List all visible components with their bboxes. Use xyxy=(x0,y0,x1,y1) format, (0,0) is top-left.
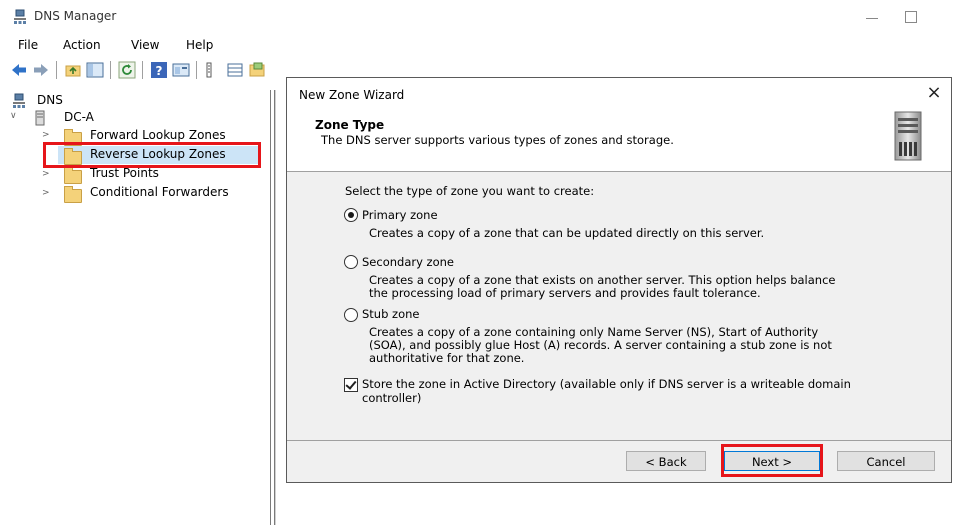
menu-bar: File Action View Help xyxy=(0,35,953,55)
primary-zone-description: Creates a copy of a zone that can be upd… xyxy=(369,226,765,240)
tree-item-conditional-forwarders[interactable]: > Conditional Forwarders xyxy=(0,185,260,203)
chevron-right-icon[interactable]: > xyxy=(42,130,50,140)
tree-item-label: Trust Points xyxy=(90,166,159,180)
filter-icon[interactable] xyxy=(248,61,266,79)
detail-view-icon[interactable] xyxy=(226,61,244,79)
store-in-ad-checkbox[interactable] xyxy=(344,378,358,392)
primary-zone-radio[interactable] xyxy=(344,208,358,222)
menu-action[interactable]: Action xyxy=(63,38,101,52)
window-title: DNS Manager xyxy=(34,9,117,23)
tree-item-label: DC-A xyxy=(64,110,94,124)
zone-type-prompt: Select the type of zone you want to crea… xyxy=(345,184,595,198)
folder-icon xyxy=(64,186,82,203)
close-icon[interactable]: × xyxy=(921,81,947,105)
dns-icon xyxy=(13,93,25,108)
title-bar: DNS Manager xyxy=(0,0,953,34)
up-folder-icon[interactable] xyxy=(64,61,82,79)
new-zone-wizard-dialog: New Zone Wizard × Zone Type The DNS serv… xyxy=(286,77,952,483)
secondary-zone-description: the processing load of primary servers a… xyxy=(369,286,761,300)
dns-server-icon xyxy=(14,9,26,24)
forward-arrow-icon[interactable] xyxy=(32,61,50,79)
stub-zone-description: authoritative for that zone. xyxy=(369,351,525,365)
refresh-icon[interactable] xyxy=(118,61,136,79)
store-in-ad-label[interactable]: Store the zone in Active Directory (avai… xyxy=(362,377,851,391)
wizard-page-title: Zone Type xyxy=(315,118,385,132)
toolbar-separator xyxy=(110,61,111,79)
chevron-down-icon[interactable]: ∨ xyxy=(10,111,17,121)
primary-zone-label[interactable]: Primary zone xyxy=(362,208,438,222)
tree-item-label: DNS xyxy=(37,93,63,107)
chevron-right-icon[interactable]: > xyxy=(42,188,50,198)
menu-help[interactable]: Help xyxy=(186,38,213,52)
stub-zone-label[interactable]: Stub zone xyxy=(362,307,420,321)
show-hide-console-tree-icon[interactable] xyxy=(86,61,104,79)
wizard-footer: < Back Next > Cancel xyxy=(287,441,951,482)
folder-icon xyxy=(64,167,82,184)
secondary-zone-label[interactable]: Secondary zone xyxy=(362,255,454,269)
wizard-page-subtitle: The DNS server supports various types of… xyxy=(321,133,674,147)
toolbar-separator xyxy=(196,61,197,79)
tree-item-label: Conditional Forwarders xyxy=(90,185,229,199)
list-view-icon[interactable] xyxy=(204,61,222,79)
back-arrow-icon[interactable] xyxy=(10,61,28,79)
chevron-right-icon[interactable]: > xyxy=(42,169,50,179)
stub-zone-description: (SOA), and possibly glue Host (A) record… xyxy=(369,338,832,352)
properties-icon[interactable] xyxy=(172,61,190,79)
toolbar-separator xyxy=(142,61,143,79)
secondary-zone-description: Creates a copy of a zone that exists on … xyxy=(369,273,836,287)
minimize-button[interactable] xyxy=(862,4,886,28)
tree-item-dns[interactable]: DNS xyxy=(0,92,260,110)
svg-text:?: ? xyxy=(156,64,163,78)
back-button[interactable]: < Back xyxy=(626,451,706,471)
annotation-highlight-next xyxy=(721,444,823,477)
tree-item-server[interactable]: ∨ DC-A xyxy=(0,109,260,127)
secondary-zone-radio[interactable] xyxy=(344,255,358,269)
store-in-ad-label[interactable]: controller) xyxy=(362,391,421,405)
menu-file[interactable]: File xyxy=(18,38,38,52)
annotation-highlight-reverse-lookup xyxy=(43,142,261,168)
dialog-title: New Zone Wizard xyxy=(299,88,405,102)
help-icon[interactable]: ? xyxy=(150,61,168,79)
server-icon xyxy=(35,110,45,126)
menu-view[interactable]: View xyxy=(131,38,159,52)
maximize-button[interactable] xyxy=(900,4,924,28)
tree-item-label: Forward Lookup Zones xyxy=(90,128,226,142)
stub-zone-radio[interactable] xyxy=(344,308,358,322)
stub-zone-description: Creates a copy of a zone containing only… xyxy=(369,325,819,339)
cancel-button[interactable]: Cancel xyxy=(837,451,935,471)
wizard-body: Select the type of zone you want to crea… xyxy=(287,172,951,440)
toolbar-separator xyxy=(56,61,57,79)
tree-item-trust-points[interactable]: > Trust Points xyxy=(0,166,260,184)
server-tower-icon xyxy=(894,111,922,161)
